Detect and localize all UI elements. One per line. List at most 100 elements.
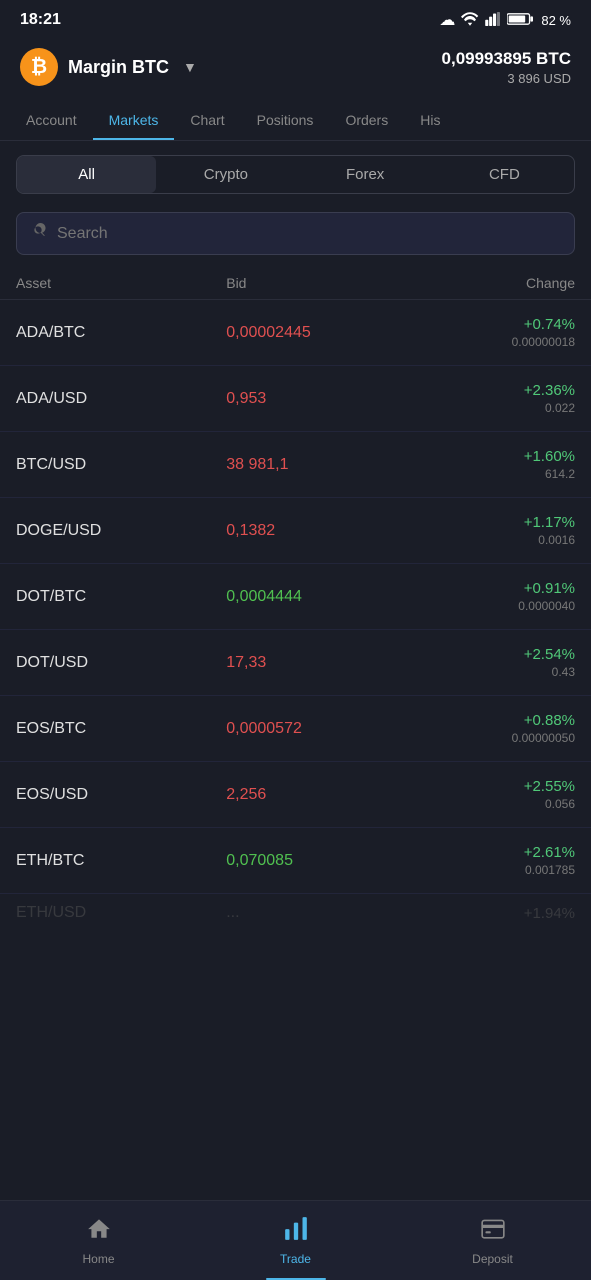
change-col: +0.88% 0.00000050: [416, 712, 575, 745]
asset-name-partial: ETH/USD: [16, 904, 206, 922]
cloud-icon: ☁: [439, 10, 455, 30]
bid-value: 0,00002445: [206, 324, 416, 342]
change-abs: 0.0000040: [416, 599, 575, 613]
nav-trade-label: Trade: [280, 1252, 311, 1266]
change-pct: +2.36%: [416, 382, 575, 399]
tab-account[interactable]: Account: [10, 100, 93, 140]
asset-name: ADA/BTC: [16, 324, 206, 342]
btc-logo: ₿: [20, 48, 58, 86]
search-box: [16, 212, 575, 255]
nav-deposit-label: Deposit: [472, 1252, 513, 1266]
status-icons: ☁ 82 %: [439, 10, 571, 30]
search-icon: [31, 223, 47, 244]
account-dropdown-arrow[interactable]: ▼: [183, 59, 197, 75]
balance-usd: 3 896 USD: [442, 71, 571, 86]
search-section: [0, 204, 591, 267]
col-header-asset: Asset: [16, 275, 206, 291]
change-pct: +2.55%: [416, 778, 575, 795]
change-col: +2.54% 0.43: [416, 646, 575, 679]
change-col: +1.17% 0.0016: [416, 514, 575, 547]
search-input[interactable]: [57, 225, 560, 243]
col-header-change: Change: [416, 275, 575, 291]
change-abs: 0.0016: [416, 533, 575, 547]
change-abs: 0.001785: [416, 863, 575, 877]
tab-positions[interactable]: Positions: [241, 100, 330, 140]
bottom-nav: Home Trade Deposit: [0, 1200, 591, 1280]
filter-crypto[interactable]: Crypto: [156, 156, 295, 193]
col-header-bid: Bid: [206, 275, 416, 291]
deposit-icon: [480, 1216, 506, 1247]
table-row[interactable]: DOT/USD 17,33 +2.54% 0.43: [0, 630, 591, 696]
nav-deposit[interactable]: Deposit: [394, 1201, 591, 1280]
nav-tabs: Account Markets Chart Positions Orders H…: [0, 100, 591, 141]
filter-cfd[interactable]: CFD: [435, 156, 574, 193]
filter-section: All Crypto Forex CFD: [0, 141, 591, 204]
tab-markets[interactable]: Markets: [93, 100, 175, 140]
change-pct: +0.74%: [416, 316, 575, 333]
change-col: +2.61% 0.001785: [416, 844, 575, 877]
account-info[interactable]: ₿ Margin BTC ▼: [20, 48, 197, 86]
filter-buttons: All Crypto Forex CFD: [16, 155, 575, 194]
table-row[interactable]: BTC/USD 38 981,1 +1.60% 614.2: [0, 432, 591, 498]
table-header: Asset Bid Change: [0, 267, 591, 300]
filter-forex[interactable]: Forex: [296, 156, 435, 193]
asset-name: ETH/BTC: [16, 852, 206, 870]
change-col: +1.60% 614.2: [416, 448, 575, 481]
asset-name: DOT/BTC: [16, 588, 206, 606]
markets-list: ADA/BTC 0,00002445 +0.74% 0.00000018 ADA…: [0, 300, 591, 928]
table-row[interactable]: ADA/BTC 0,00002445 +0.74% 0.00000018: [0, 300, 591, 366]
change-abs: 0.00000050: [416, 731, 575, 745]
status-time: 18:21: [20, 11, 61, 29]
asset-name: ADA/USD: [16, 390, 206, 408]
status-bar: 18:21 ☁ 82 %: [0, 0, 591, 38]
change-abs: 0.00000018: [416, 335, 575, 349]
nav-trade[interactable]: Trade: [197, 1201, 394, 1280]
change-col: +0.91% 0.0000040: [416, 580, 575, 613]
change-abs: 0.056: [416, 797, 575, 811]
tab-history[interactable]: His: [404, 100, 456, 140]
asset-name: DOT/USD: [16, 654, 206, 672]
asset-name: EOS/BTC: [16, 720, 206, 738]
table-row[interactable]: EOS/BTC 0,0000572 +0.88% 0.00000050: [0, 696, 591, 762]
change-pct: +0.88%: [416, 712, 575, 729]
change-pct: +1.17%: [416, 514, 575, 531]
table-row[interactable]: ADA/USD 0,953 +2.36% 0.022: [0, 366, 591, 432]
asset-name: DOGE/USD: [16, 522, 206, 540]
change-col-partial: +1.94%: [416, 905, 575, 922]
bid-value-partial: ...: [206, 904, 416, 922]
change-pct: +1.60%: [416, 448, 575, 465]
tab-chart[interactable]: Chart: [174, 100, 240, 140]
trade-icon: [283, 1216, 309, 1247]
change-pct: +0.91%: [416, 580, 575, 597]
change-abs: 0.43: [416, 665, 575, 679]
bid-value: 0,1382: [206, 522, 416, 540]
home-icon: [86, 1216, 112, 1247]
table-row[interactable]: ETH/BTC 0,070085 +2.61% 0.001785: [0, 828, 591, 894]
change-col: +2.55% 0.056: [416, 778, 575, 811]
balance-btc: 0,09993895 BTC: [442, 49, 571, 69]
bid-value: 0,0000572: [206, 720, 416, 738]
change-col: +0.74% 0.00000018: [416, 316, 575, 349]
tab-orders[interactable]: Orders: [329, 100, 404, 140]
asset-name: BTC/USD: [16, 456, 206, 474]
wifi-icon: [461, 12, 479, 29]
signal-icon: [485, 12, 501, 29]
change-abs: 0.022: [416, 401, 575, 415]
table-row[interactable]: DOT/BTC 0,0004444 +0.91% 0.0000040: [0, 564, 591, 630]
nav-home[interactable]: Home: [0, 1201, 197, 1280]
change-col: +2.36% 0.022: [416, 382, 575, 415]
battery-pct: 82 %: [541, 13, 571, 28]
account-name: Margin BTC: [68, 57, 169, 78]
change-pct: +2.61%: [416, 844, 575, 861]
balance-info: 0,09993895 BTC 3 896 USD: [442, 49, 571, 86]
nav-home-label: Home: [82, 1252, 114, 1266]
change-abs: 614.2: [416, 467, 575, 481]
header: ₿ Margin BTC ▼ 0,09993895 BTC 3 896 USD: [0, 38, 591, 100]
bid-value: 38 981,1: [206, 456, 416, 474]
table-row[interactable]: DOGE/USD 0,1382 +1.17% 0.0016: [0, 498, 591, 564]
table-row[interactable]: EOS/USD 2,256 +2.55% 0.056: [0, 762, 591, 828]
filter-all[interactable]: All: [17, 156, 156, 193]
asset-name: EOS/USD: [16, 786, 206, 804]
table-row-partial[interactable]: ETH/USD ... +1.94%: [0, 894, 591, 928]
bid-value: 2,256: [206, 786, 416, 804]
